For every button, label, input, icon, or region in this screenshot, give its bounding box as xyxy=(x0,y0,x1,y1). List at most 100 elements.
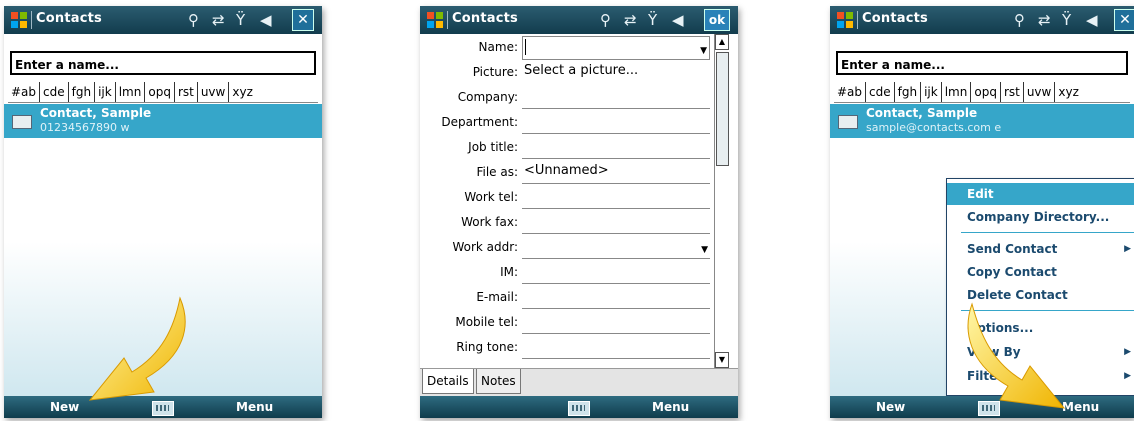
sync-icon[interactable]: ⇄ xyxy=(624,10,637,30)
scrollbar[interactable]: ▲ ▼ xyxy=(714,34,729,368)
submenu-arrow-icon: ▶ xyxy=(1124,244,1131,254)
connectivity-icon[interactable]: ⚲ xyxy=(1014,10,1025,30)
letter-tab[interactable]: fgh xyxy=(895,82,922,102)
work-tel-field[interactable] xyxy=(522,186,710,209)
work-addr-field[interactable]: ▼ xyxy=(522,236,710,259)
form-row: File as: <Unnamed> xyxy=(420,161,714,185)
contact-detail: 01234567890 w xyxy=(40,121,130,134)
tab-strip: Details Notes xyxy=(420,368,738,397)
department-field[interactable] xyxy=(522,111,710,134)
name-field[interactable]: ▼ xyxy=(522,36,710,60)
tab-details[interactable]: Details xyxy=(422,369,474,394)
file-as-field[interactable]: <Unnamed> xyxy=(522,161,710,184)
form-row: Work tel: xyxy=(420,186,714,210)
field-label: Job title: xyxy=(468,140,518,154)
scroll-up-icon[interactable]: ▲ xyxy=(715,34,729,50)
scroll-down-icon[interactable]: ▼ xyxy=(715,352,729,368)
letter-tab[interactable]: lmn xyxy=(942,82,972,102)
contact-name: Contact, Sample xyxy=(866,106,978,120)
dropdown-arrow-icon[interactable]: ▼ xyxy=(700,41,707,61)
tab-notes[interactable]: Notes xyxy=(476,369,521,394)
pointer-arrow-icon xyxy=(88,296,186,401)
form-row: Work addr: ▼ xyxy=(420,236,714,260)
field-label: File as: xyxy=(476,165,518,179)
volume-icon[interactable]: ◀ xyxy=(672,10,684,30)
sync-icon[interactable]: ⇄ xyxy=(1038,10,1051,30)
letter-tab[interactable]: ijk xyxy=(921,82,942,102)
company-field[interactable] xyxy=(522,86,710,109)
form-row: Mobile tel: xyxy=(420,311,714,335)
volume-icon[interactable]: ◀ xyxy=(260,10,272,30)
menu-item-company-directory[interactable]: Company Directory... xyxy=(947,206,1134,228)
app-title: Contacts xyxy=(862,11,928,26)
dropdown-arrow-icon[interactable]: ▼ xyxy=(701,240,708,260)
contact-name: Contact, Sample xyxy=(40,106,152,120)
windows-start-icon[interactable] xyxy=(10,11,28,29)
keyboard-icon[interactable] xyxy=(568,401,590,416)
letter-tab[interactable]: opq xyxy=(145,82,175,102)
connectivity-icon[interactable]: ⚲ xyxy=(600,10,611,30)
close-icon[interactable]: ✕ xyxy=(292,9,314,31)
title-bar: Contacts ⚲ ⇄ Ÿ ◀ ✕ xyxy=(830,6,1134,34)
search-input[interactable]: Enter a name... xyxy=(836,51,1128,75)
signal-icon[interactable]: Ÿ xyxy=(236,10,245,30)
title-divider xyxy=(447,11,448,29)
ring-tone-field[interactable] xyxy=(522,336,710,359)
contact-edit-screen: Contacts ⚲ ⇄ Ÿ ◀ ok Name: ▼ Picture: Sel… xyxy=(420,6,738,418)
form-row: Name: ▼ xyxy=(420,36,714,60)
letter-tab[interactable]: opq xyxy=(971,82,1001,102)
letter-tab[interactable]: uvw xyxy=(198,82,230,102)
title-bar: Contacts ⚲ ⇄ Ÿ ◀ ok xyxy=(420,6,738,34)
menu-item-label: Send Contact xyxy=(967,242,1058,256)
letter-tab[interactable]: #ab xyxy=(834,82,867,102)
letter-tab[interactable]: lmn xyxy=(116,82,146,102)
field-label: E-mail: xyxy=(476,290,518,304)
menu-item-edit[interactable]: Edit xyxy=(947,183,1134,205)
new-softkey[interactable]: New xyxy=(50,400,79,414)
letter-tab[interactable]: ijk xyxy=(95,82,116,102)
windows-start-icon[interactable] xyxy=(836,11,854,29)
job-title-field[interactable] xyxy=(522,136,710,159)
menu-softkey[interactable]: Menu xyxy=(236,400,273,414)
letter-tab[interactable]: rst xyxy=(1001,82,1024,102)
email-field[interactable] xyxy=(522,286,710,309)
letter-tab[interactable]: cde xyxy=(40,82,69,102)
contact-detail: sample@contacts.com e xyxy=(866,121,1002,134)
list-item[interactable]: Contact, Sample sample@contacts.com e xyxy=(830,104,1134,138)
letter-tab[interactable]: cde xyxy=(866,82,895,102)
picture-field[interactable]: Select a picture... xyxy=(522,61,710,83)
letter-tab[interactable]: xyz xyxy=(1055,82,1082,102)
menu-softkey[interactable]: Menu xyxy=(652,400,689,414)
letter-tab[interactable]: rst xyxy=(175,82,198,102)
search-input[interactable]: Enter a name... xyxy=(10,51,316,75)
new-softkey[interactable]: New xyxy=(876,400,905,414)
field-label: Picture: xyxy=(472,65,518,79)
field-label: IM: xyxy=(500,265,518,279)
title-divider xyxy=(857,11,858,29)
field-label: Ring tone: xyxy=(456,340,518,354)
windows-start-icon[interactable] xyxy=(426,11,444,29)
letter-tab[interactable]: xyz xyxy=(229,82,256,102)
list-item[interactable]: Contact, Sample 01234567890 w xyxy=(4,104,322,138)
close-icon[interactable]: ✕ xyxy=(1114,9,1134,31)
letter-tabs: #ab cde fgh ijk lmn opq rst uvw xyz xyxy=(834,82,1130,103)
scroll-thumb[interactable] xyxy=(716,52,729,166)
letter-tab[interactable]: uvw xyxy=(1024,82,1056,102)
volume-icon[interactable]: ◀ xyxy=(1086,10,1098,30)
submenu-arrow-icon: ▶ xyxy=(1124,371,1131,381)
work-fax-field[interactable] xyxy=(522,211,710,234)
im-field[interactable] xyxy=(522,261,710,284)
ok-button[interactable]: ok xyxy=(704,9,730,31)
letter-tab[interactable]: fgh xyxy=(69,82,96,102)
menu-item-copy-contact[interactable]: Copy Contact xyxy=(947,261,1134,283)
form-row: Job title: xyxy=(420,136,714,160)
signal-icon[interactable]: Ÿ xyxy=(1062,10,1071,30)
field-label: Work addr: xyxy=(452,240,518,254)
connectivity-icon[interactable]: ⚲ xyxy=(188,10,199,30)
sync-icon[interactable]: ⇄ xyxy=(212,10,225,30)
letter-tab[interactable]: #ab xyxy=(8,82,41,102)
menu-item-send-contact[interactable]: Send Contact ▶ xyxy=(947,238,1134,260)
field-label: Work fax: xyxy=(461,215,518,229)
signal-icon[interactable]: Ÿ xyxy=(648,10,657,30)
mobile-tel-field[interactable] xyxy=(522,311,710,334)
